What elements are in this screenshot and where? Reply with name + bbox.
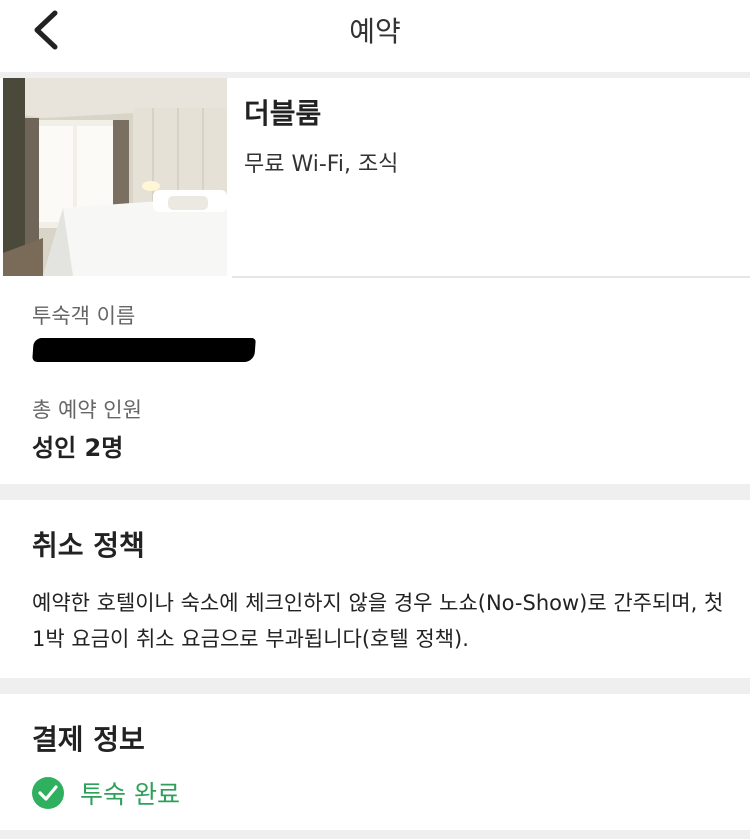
check-circle-icon (32, 777, 64, 809)
cancellation-policy-title: 취소 정책 (32, 529, 145, 562)
room-card[interactable]: 더블룸 무료 Wi-Fi, 조식 (0, 78, 750, 276)
guest-count-label: 총 예약 인원 (32, 398, 142, 422)
section-divider (0, 484, 750, 500)
payment-status: 투숙 완료 (32, 776, 180, 810)
payment-info-title: 결제 정보 (32, 723, 145, 756)
section-divider (0, 678, 750, 694)
guest-name-label: 투숙객 이름 (32, 304, 136, 328)
cancellation-policy-text: 예약한 호텔이나 숙소에 체크인하지 않을 경우 노쇼(No-Show)로 간주… (32, 591, 724, 651)
divider (232, 276, 750, 278)
payment-status-text: 투숙 완료 (80, 780, 180, 809)
room-amenities: 무료 Wi-Fi, 조식 (244, 152, 399, 177)
room-photo (3, 78, 227, 276)
redacted-guest-name (32, 338, 256, 362)
section-divider (0, 830, 750, 839)
room-name: 더블룸 (244, 97, 322, 130)
top-bar: 예약 (0, 0, 750, 72)
page-title: 예약 (349, 15, 401, 48)
guest-count-value: 성인 2명 (32, 434, 124, 462)
